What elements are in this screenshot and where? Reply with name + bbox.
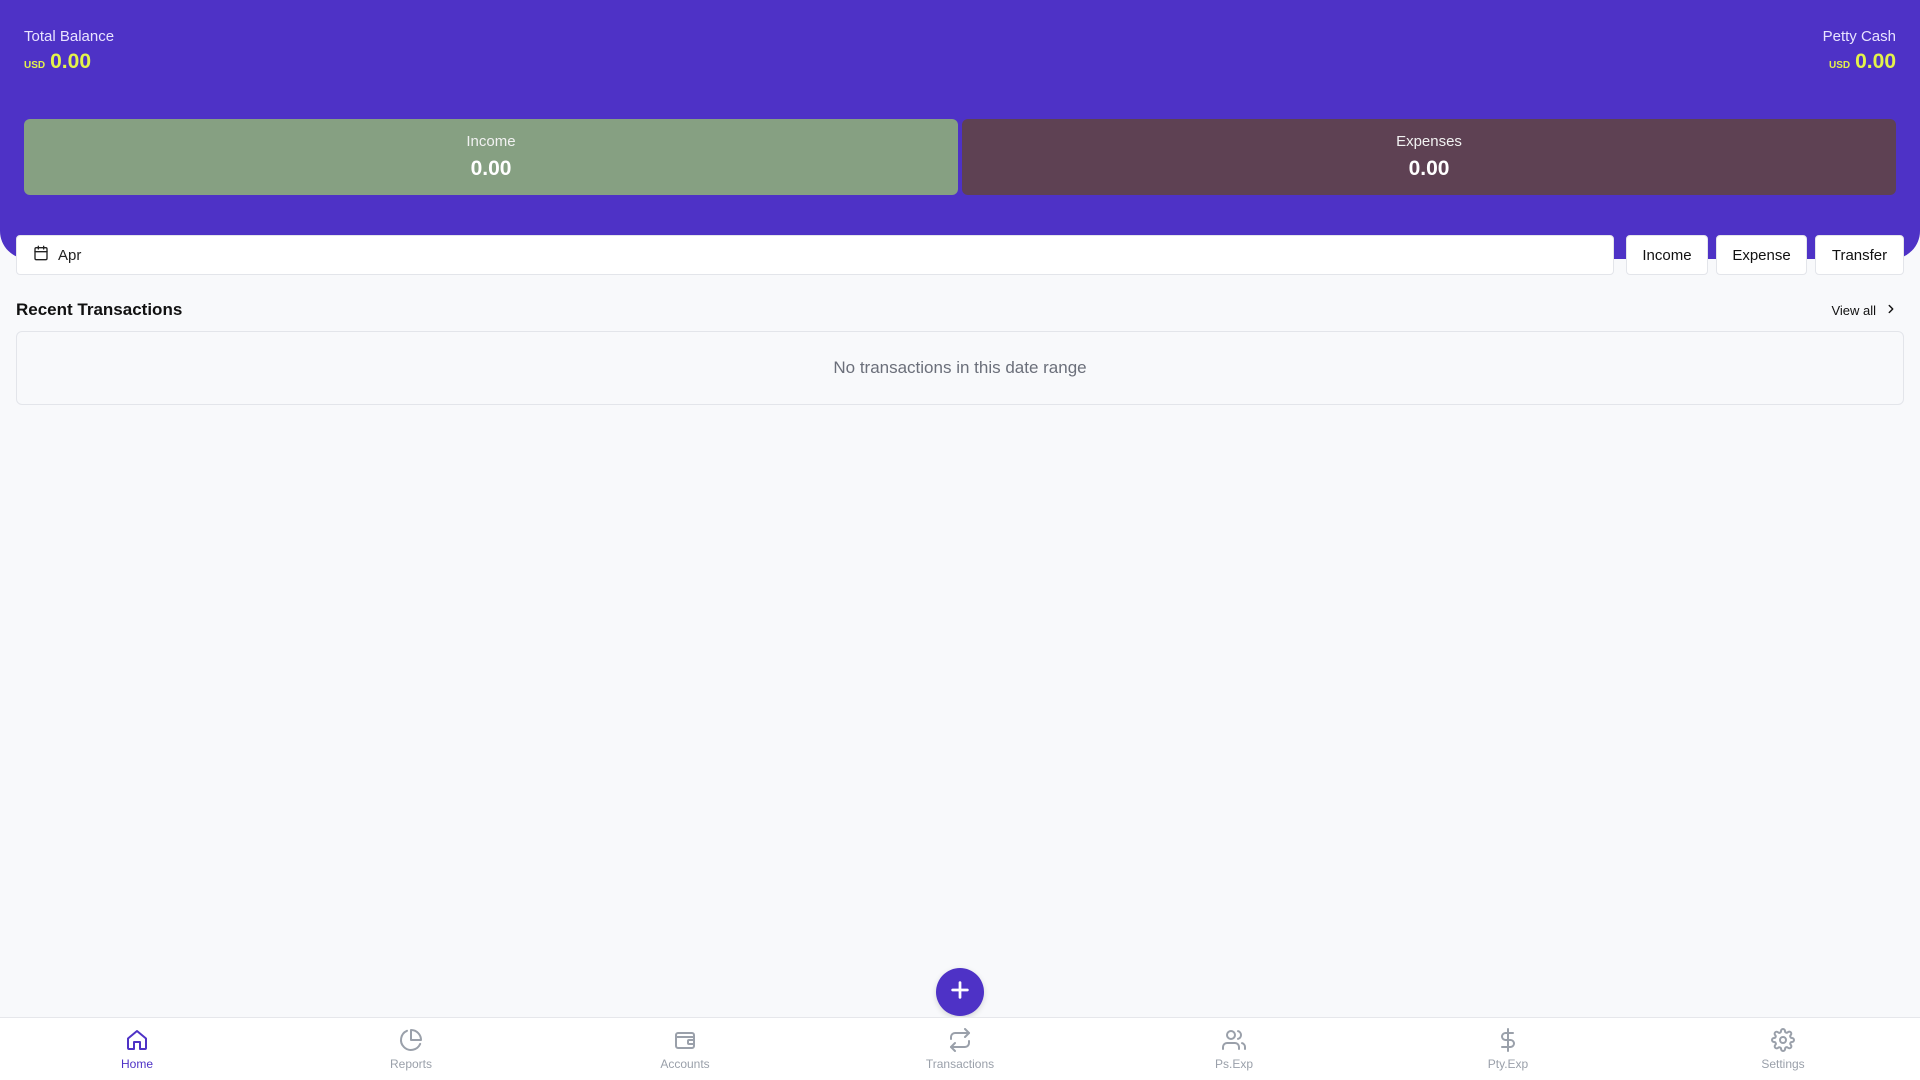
balance-header: Total Balance USD 0.00 Petty Cash USD 0.…	[0, 0, 1920, 259]
income-summary-label: Income	[466, 133, 516, 150]
petty-cash-label: Petty Cash	[1822, 28, 1896, 45]
expenses-summary-card: Expenses 0.00	[962, 119, 1896, 195]
nav-label-transactions: Transactions	[925, 1057, 995, 1071]
total-balance-amount: 0.00	[50, 50, 91, 73]
nav-label-pty-exp: Pty.Exp	[1487, 1057, 1529, 1071]
petty-cash-currency: USD	[1829, 60, 1851, 71]
nav-item-home[interactable]: Home	[67, 1028, 207, 1071]
petty-cash-amount-row: USD 0.00	[1823, 50, 1896, 74]
total-balance-currency: USD	[24, 60, 46, 71]
empty-state-message: No transactions in this date range	[833, 358, 1087, 377]
nav-item-pty-exp[interactable]: Pty.Exp	[1438, 1028, 1578, 1071]
pie-chart-icon	[399, 1028, 423, 1052]
nav-label-home: Home	[120, 1057, 153, 1071]
wallet-icon	[673, 1028, 697, 1052]
transfer-button[interactable]: Transfer	[1815, 235, 1904, 275]
bottom-nav: Home Reports Accounts Transactions Ps.Ex…	[0, 1017, 1920, 1080]
nav-label-accounts: Accounts	[660, 1057, 710, 1071]
nav-label-settings: Settings	[1761, 1057, 1805, 1071]
date-range-value: Apr	[58, 246, 82, 264]
view-all-link[interactable]: View all	[1831, 302, 1898, 319]
transactions-empty-state: No transactions in this date range	[16, 331, 1904, 405]
users-icon	[1222, 1028, 1246, 1052]
expenses-summary-value: 0.00	[1408, 157, 1450, 180]
view-all-label: View all	[1831, 303, 1876, 318]
date-range-picker[interactable]: Apr	[16, 235, 1614, 275]
add-transaction-button[interactable]	[936, 968, 984, 1016]
income-summary-card: Income 0.00	[24, 119, 958, 195]
nav-label-ps-exp: Ps.Exp	[1214, 1057, 1253, 1071]
gear-icon	[1771, 1028, 1795, 1052]
nav-item-transactions[interactable]: Transactions	[890, 1028, 1030, 1071]
calendar-icon	[33, 245, 49, 265]
petty-cash-amount: 0.00	[1855, 50, 1896, 73]
income-summary-value: 0.00	[470, 157, 512, 180]
nav-item-ps-exp[interactable]: Ps.Exp	[1164, 1028, 1304, 1071]
recent-transactions-title: Recent Transactions	[16, 300, 183, 319]
plus-icon	[949, 979, 971, 1006]
repeat-icon	[948, 1028, 972, 1052]
nav-item-accounts[interactable]: Accounts	[615, 1028, 755, 1071]
home-icon	[125, 1028, 149, 1052]
petty-cash: Petty Cash USD 0.00	[1823, 28, 1896, 74]
expenses-summary-label: Expenses	[1396, 133, 1462, 150]
dollar-icon	[1496, 1028, 1520, 1052]
total-balance: Total Balance USD 0.00	[24, 28, 114, 74]
chevron-right-icon	[1884, 302, 1898, 319]
total-balance-label: Total Balance	[24, 28, 115, 45]
nav-item-reports[interactable]: Reports	[341, 1028, 481, 1071]
income-button[interactable]: Income	[1626, 235, 1708, 275]
total-balance-amount-row: USD 0.00	[24, 50, 114, 74]
nav-label-reports: Reports	[389, 1057, 433, 1071]
nav-item-settings[interactable]: Settings	[1713, 1028, 1853, 1071]
expense-button[interactable]: Expense	[1716, 235, 1807, 275]
